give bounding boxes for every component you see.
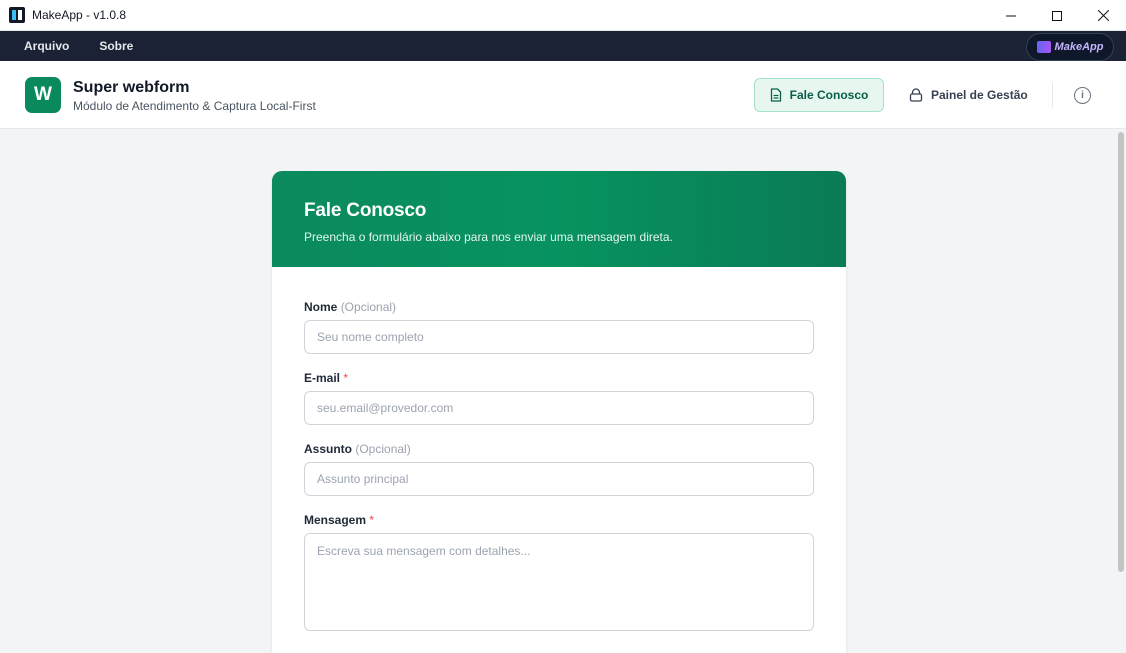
field-assunto: Assunto (Opcional) Assunto principal [304,442,814,496]
maximize-icon [1052,10,1062,21]
optional-hint: (Opcional) [340,300,397,314]
nav-painel-gestao-button[interactable]: Painel de Gestão [909,78,1028,112]
app-icon [9,7,25,23]
makeapp-logo-icon [1036,41,1051,53]
field-email: E-mail * seu.email@provedor.com [304,371,814,425]
field-nome: Nome (Opcional) Seu nome completo [304,300,814,354]
email-input[interactable]: seu.email@provedor.com [304,391,814,425]
contact-form-card: Fale Conosco Preencha o formulário abaix… [272,171,846,653]
app-logo: W [25,77,61,113]
main-content: Fale Conosco Preencha o formulário abaix… [0,130,1116,653]
required-marker: * [343,371,349,385]
nav-fale-conosco-button[interactable]: Fale Conosco [754,78,884,112]
form-header: Fale Conosco Preencha o formulário abaix… [272,171,846,267]
info-icon[interactable]: i [1074,87,1091,104]
window-titlebar: MakeApp - v1.0.8 [0,0,1126,31]
input-placeholder: seu.email@provedor.com [317,401,454,415]
lock-icon [909,88,923,102]
form-title: Fale Conosco [304,200,427,221]
maximize-button[interactable] [1034,0,1080,31]
field-label: E-mail * [304,371,814,386]
close-icon [1097,10,1109,21]
input-placeholder: Seu nome completo [317,330,424,344]
field-label: Nome (Opcional) [304,300,814,315]
field-mensagem: Mensagem * Escreva sua mensagem com deta… [304,513,814,631]
nav-fale-conosco-label: Fale Conosco [789,88,869,102]
vertical-scrollbar[interactable] [1116,130,1126,653]
header-divider [1052,83,1053,107]
field-label-text: Nome [304,300,338,314]
input-placeholder: Assunto principal [317,472,409,486]
required-marker: * [369,513,375,527]
menu-item-sobre[interactable]: Sobre [99,39,133,53]
field-label-text: Mensagem [304,513,367,527]
makeapp-brand-badge[interactable]: MakeApp [1026,33,1114,61]
field-label-text: E-mail [304,371,341,385]
document-icon [770,88,781,102]
field-label-text: Assunto [304,442,352,456]
form-description: Preencha o formulário abaixo para nos en… [304,230,673,244]
window-controls [988,0,1126,31]
nav-painel-gestao-label: Painel de Gestão [931,88,1028,102]
minimize-button[interactable] [988,0,1034,31]
minimize-icon [1006,15,1016,16]
window-title: MakeApp - v1.0.8 [32,8,127,22]
close-button[interactable] [1080,0,1126,31]
input-placeholder: Escreva sua mensagem com detalhes... [317,544,531,558]
nome-input[interactable]: Seu nome completo [304,320,814,354]
app-title: Super webform [73,79,190,96]
assunto-input[interactable]: Assunto principal [304,462,814,496]
app-header: W Super webform Módulo de Atendimento & … [0,61,1126,129]
field-label: Mensagem * [304,513,814,528]
menu-bar: Arquivo Sobre MakeApp [0,31,1126,61]
optional-hint: (Opcional) [355,442,411,456]
brand-label: MakeApp [1054,41,1104,53]
mensagem-textarea[interactable]: Escreva sua mensagem com detalhes... [304,533,814,631]
app-subtitle: Módulo de Atendimento & Captura Local-Fi… [73,99,316,113]
menu-item-arquivo[interactable]: Arquivo [24,39,69,53]
scrollbar-thumb[interactable] [1118,132,1124,572]
form-body: Nome (Opcional) Seu nome completo E-mail… [272,267,846,631]
field-label: Assunto (Opcional) [304,442,814,457]
